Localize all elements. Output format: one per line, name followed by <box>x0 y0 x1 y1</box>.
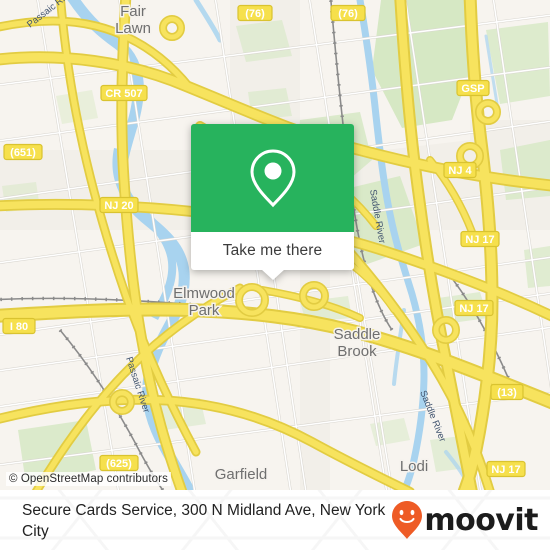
popup-pointer-tail <box>260 269 285 280</box>
route-shield: (651) <box>3 143 43 161</box>
route-shield-label: GSP <box>461 83 484 95</box>
place-label: Saddle Brook <box>334 326 381 360</box>
route-shield: NJ 17 <box>460 230 500 248</box>
route-shield: (625) <box>99 454 139 472</box>
route-shield-label: NJ 17 <box>459 303 488 315</box>
route-shield-label: NJ 17 <box>465 234 494 246</box>
osm-attribution[interactable]: © OpenStreetMap contributors <box>6 472 171 486</box>
route-shield: (76) <box>237 4 273 22</box>
route-shield: GSP <box>456 79 490 97</box>
route-shield: (76) <box>330 4 366 22</box>
route-shield: CR 507 <box>100 84 148 102</box>
route-shield-label: (13) <box>497 387 517 399</box>
route-shield-label: (76) <box>245 8 265 20</box>
popup-header <box>191 124 354 232</box>
route-shield: NJ 20 <box>99 196 139 214</box>
route-shield: (13) <box>490 383 524 401</box>
route-shield-label: (76) <box>338 8 358 20</box>
place-label: Garfield <box>215 466 268 483</box>
map-pin-icon <box>249 149 296 208</box>
place-label: Lodi <box>400 458 428 475</box>
moovit-location-card: Fair Lawn Elmwood Park Saddle Brook Garfield Lo… <box>0 0 550 550</box>
route-shield-label: NJ 20 <box>104 200 133 212</box>
route-shield-label: CR 507 <box>105 88 142 100</box>
route-shield-label: (625) <box>106 458 132 470</box>
route-shield-label: (651) <box>10 147 36 159</box>
take-me-there-label: Take me there <box>222 242 323 259</box>
popup-footer[interactable]: Take me there <box>191 232 354 280</box>
moovit-wordmark: moovit <box>424 502 538 538</box>
route-shield-label: NJ 4 <box>448 165 472 177</box>
route-shield-label: NJ 17 <box>491 464 520 476</box>
route-shield: NJ 17 <box>486 460 526 478</box>
location-title: Secure Cards Service, 300 N Midland Ave,… <box>22 502 386 540</box>
route-shield: NJ 17 <box>454 299 494 317</box>
route-shield-label: I 80 <box>10 321 28 333</box>
moovit-smiley-pin-icon <box>392 501 423 539</box>
moovit-brand[interactable]: moovit <box>391 500 550 540</box>
route-shield: I 80 <box>2 317 36 335</box>
take-me-there-popup[interactable]: Take me there <box>191 124 354 280</box>
footer-bar: Secure Cards Service, 300 N Midland Ave,… <box>0 490 550 550</box>
place-label: Fair Lawn <box>115 3 151 37</box>
route-shield: NJ 4 <box>443 161 477 179</box>
